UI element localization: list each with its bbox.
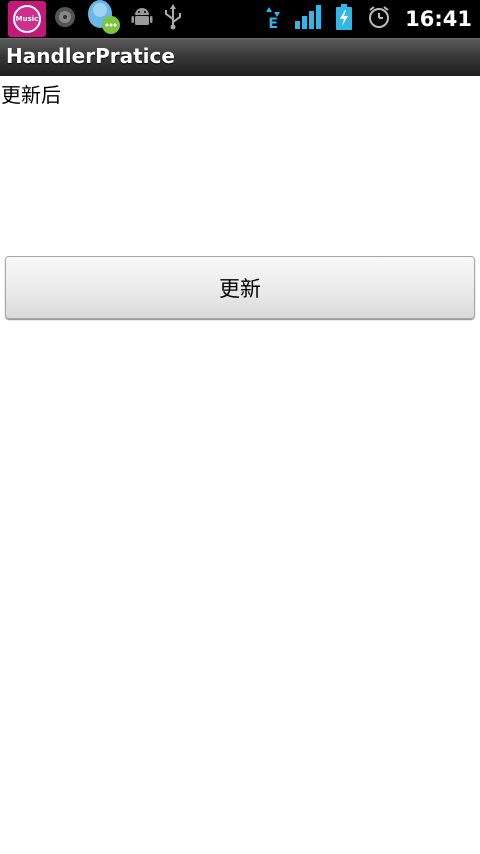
status-bar: Music E 16:41 [0,0,480,38]
alarm-icon [367,5,391,33]
record-icon [54,6,76,32]
update-button-label: 更新 [219,276,261,301]
data-transfer-icon: E [265,7,281,31]
system-icons: E 16:41 [265,0,472,38]
music-app-icon: Music [8,1,46,37]
status-clock: 16:41 [405,7,472,31]
music-app-label: Music [13,5,41,33]
network-type-label: E [268,16,278,32]
notification-icons: Music [8,0,184,38]
battery-charging-icon [335,4,353,34]
app-title: HandlerPratice [6,44,175,68]
result-text: 更新后 [1,83,61,107]
signal-icon [295,5,322,33]
update-button[interactable]: 更新 [5,256,475,319]
android-debug-icon [130,5,154,33]
usb-icon [162,4,184,34]
title-bar: HandlerPratice [0,38,480,76]
qq-icon [84,0,122,40]
